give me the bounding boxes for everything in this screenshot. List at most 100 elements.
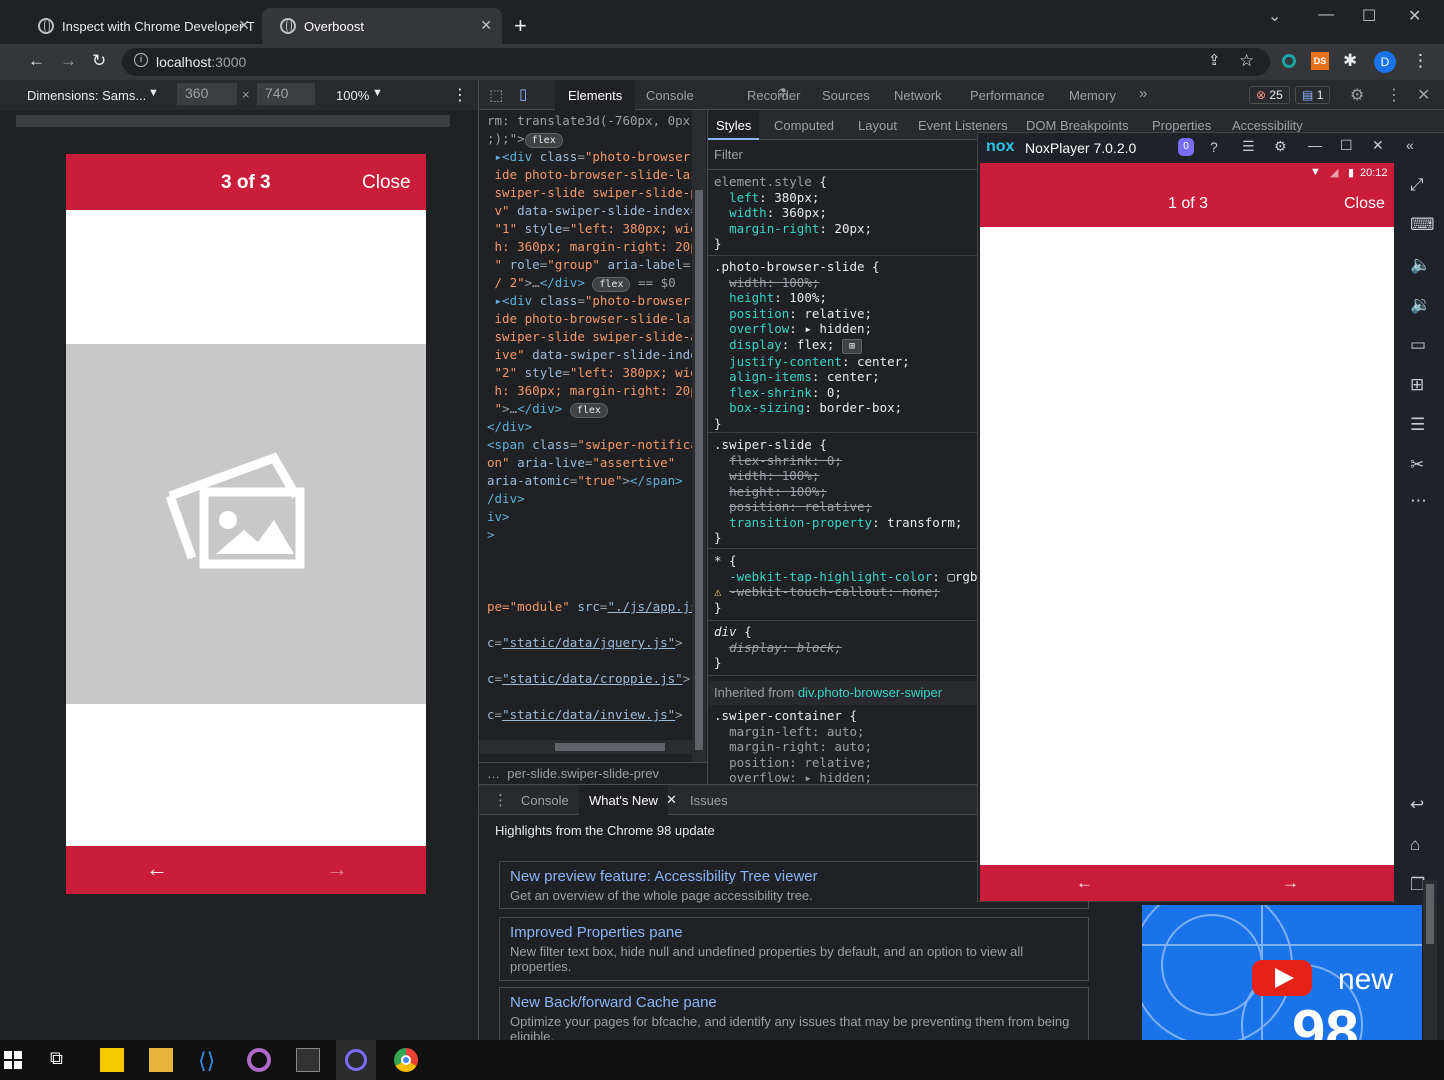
drawer-tab-issues[interactable]: Issues [690,793,728,808]
minimize-icon[interactable]: — [1318,6,1334,24]
rule-element-style[interactable]: element.style { left: 380px; width: 360p… [708,174,980,256]
tab-layout[interactable]: Layout [858,118,897,133]
scissors-icon[interactable]: ✂ [1410,455,1424,475]
extension-icon[interactable] [1282,54,1296,68]
tab-search-icon[interactable]: ⌄ [1268,6,1281,26]
page-scrollbar[interactable] [1423,880,1437,1040]
settings-gear-icon[interactable]: ⚙ [1274,138,1287,155]
dom-breadcrumb[interactable]: … per-slide.swiper-slide-prev [479,762,707,784]
keyboard-icon[interactable]: ⌨ [1410,215,1435,235]
back-icon[interactable]: ← [28,51,45,71]
tab-overboost[interactable]: Overboost ✕ [262,8,502,44]
nox-assistant-icon[interactable]: 0 [1178,138,1194,156]
tab-accessibility[interactable]: Accessibility [1232,118,1303,133]
maximize-icon[interactable]: ☐ [1340,137,1353,154]
noxplayer-window[interactable]: nox NoxPlayer 7.0.2.0 0 ? ☰ ⚙ — ☐ ✕ « ▼ … [977,132,1444,903]
tab-styles[interactable]: Styles [708,110,760,140]
close-button[interactable]: Close [1344,195,1385,213]
extension-ds-icon[interactable]: DS [1311,52,1329,70]
help-icon[interactable]: ? [1210,139,1218,155]
next-arrow-button[interactable]: → [326,856,348,882]
forward-icon[interactable]: → [60,51,77,71]
menu-kebab-icon[interactable]: ⋮ [1412,51,1429,71]
drawer-menu-icon[interactable]: ⋮ [493,791,508,809]
height-input[interactable]: 740 [257,83,315,105]
prev-arrow-button[interactable]: ← [146,856,168,882]
task-view-icon[interactable]: ⧉ [50,1048,74,1072]
share-icon[interactable]: ⇪ [1208,51,1221,69]
info-icon[interactable]: i [134,53,148,67]
tab-elements[interactable]: Elements [555,80,636,110]
zoom-select[interactable]: 100% [336,88,369,103]
tab-computed[interactable]: Computed [774,118,834,133]
star-icon[interactable]: ☆ [1239,51,1254,71]
rule-div[interactable]: div { display: block; } [708,624,980,676]
more-icon[interactable]: ⋯ [1410,491,1427,511]
close-window-icon[interactable]: ✕ [1408,6,1421,26]
avatar[interactable]: D [1374,51,1396,73]
prev-arrow-button[interactable]: ← [1076,873,1093,893]
address-bar[interactable]: i localhost:3000 [122,48,1270,76]
elements-scrollbar-horizontal[interactable] [479,740,692,754]
tab-inspect[interactable]: Inspect with Chrome Developer T ✕ [20,8,260,44]
width-input[interactable]: 360 [177,83,237,105]
media-query-ruler[interactable] [16,115,450,127]
inherited-source[interactable]: div.photo-browser-swiper [798,685,942,700]
multi-instance-icon[interactable]: ☰ [1410,415,1425,435]
tab-network[interactable]: Network [894,88,942,103]
error-badge[interactable]: ⊗ 25 [1249,86,1290,104]
android-home-icon[interactable]: ⌂ [1410,835,1420,855]
tab-console[interactable]: Console [646,88,694,103]
inspect-element-icon[interactable]: ⬚ [489,86,503,104]
menu-icon[interactable]: ☰ [1242,138,1255,155]
start-icon[interactable] [4,1051,22,1069]
chrome-taskbar-icon[interactable] [394,1048,418,1072]
rule-photo-browser-slide[interactable]: .photo-browser-slide { width: 100%; heig… [708,259,980,433]
reload-icon[interactable]: ↻ [92,51,106,71]
file-explorer-icon[interactable] [149,1048,173,1072]
volume-up-icon[interactable]: 🔈 [1410,255,1431,275]
close-tab-icon[interactable]: ✕ [238,17,250,34]
device-toggle-icon[interactable]: ▯ [519,85,527,103]
close-devtools-icon[interactable]: ✕ [1417,85,1430,105]
devtools-menu-icon[interactable]: ⋮ [1386,85,1402,105]
next-arrow-button[interactable]: → [1282,873,1299,893]
vscode-icon[interactable]: ⟨⟩ [198,1048,222,1073]
tab-dom-breakpoints[interactable]: DOM Breakpoints [1026,118,1129,133]
tab-properties[interactable]: Properties [1152,118,1211,133]
drawer-tab-whats-new[interactable]: What's New [579,785,668,815]
screen-icon[interactable]: ▭ [1410,335,1426,355]
collapse-sidebar-icon[interactable]: « [1406,137,1414,153]
nox-title-bar[interactable]: nox NoxPlayer 7.0.2.0 0 ? ☰ ⚙ — ☐ ✕ « [978,133,1444,163]
close-window-icon[interactable]: ✕ [1372,137,1384,154]
rule-universal[interactable]: * { -webkit-tap-highlight-color: ▢rgb ⚠ … [708,553,980,621]
emulated-phone-screen[interactable]: 3 of 3 Close ← → [66,154,426,894]
whats-new-card[interactable]: New Back/forward Cache pane Optimize you… [499,987,1089,1047]
sticky-notes-icon[interactable] [100,1048,124,1072]
dimensions-select[interactable]: Dimensions: Sams... [27,88,146,103]
terminal-icon[interactable] [296,1048,320,1072]
nox-taskbar-icon[interactable] [336,1040,376,1080]
tab-memory[interactable]: Memory [1069,88,1116,103]
nox-android-screen[interactable]: ▼ ◢ ▮ 20:12 1 of 3 Close ← → [980,163,1394,901]
android-back-icon[interactable]: ↩ [1410,795,1424,815]
maximize-icon[interactable]: ☐ [1362,6,1376,26]
tab-recorder[interactable]: Recorder [747,88,800,103]
fullscreen-icon[interactable]: ⤢ [1410,175,1424,195]
whats-new-card[interactable]: Improved Properties pane New filter text… [499,917,1089,981]
tab-performance[interactable]: Performance [970,88,1044,103]
card-title[interactable]: New Back/forward Cache pane [510,994,1078,1011]
settings-gear-icon[interactable]: ⚙ [1350,85,1364,105]
volume-down-icon[interactable]: 🔉 [1410,295,1431,315]
media-app-icon[interactable] [247,1048,271,1072]
drawer-tab-console[interactable]: Console [521,793,569,808]
more-tabs-icon[interactable]: » [1139,85,1147,102]
tab-event-listeners[interactable]: Event Listeners [918,118,1008,133]
new-tab-button[interactable]: + [514,13,527,39]
elements-tree[interactable]: rm: translate3d(-760px, 0px, 0 ;);">flex… [479,110,692,762]
tab-sources[interactable]: Sources [822,88,870,103]
chrome-98-video-thumbnail[interactable]: new 98 [1142,905,1422,1041]
close-whats-new-icon[interactable]: ✕ [666,792,677,808]
minimize-icon[interactable]: — [1308,137,1322,153]
close-tab-icon[interactable]: ✕ [480,17,492,34]
